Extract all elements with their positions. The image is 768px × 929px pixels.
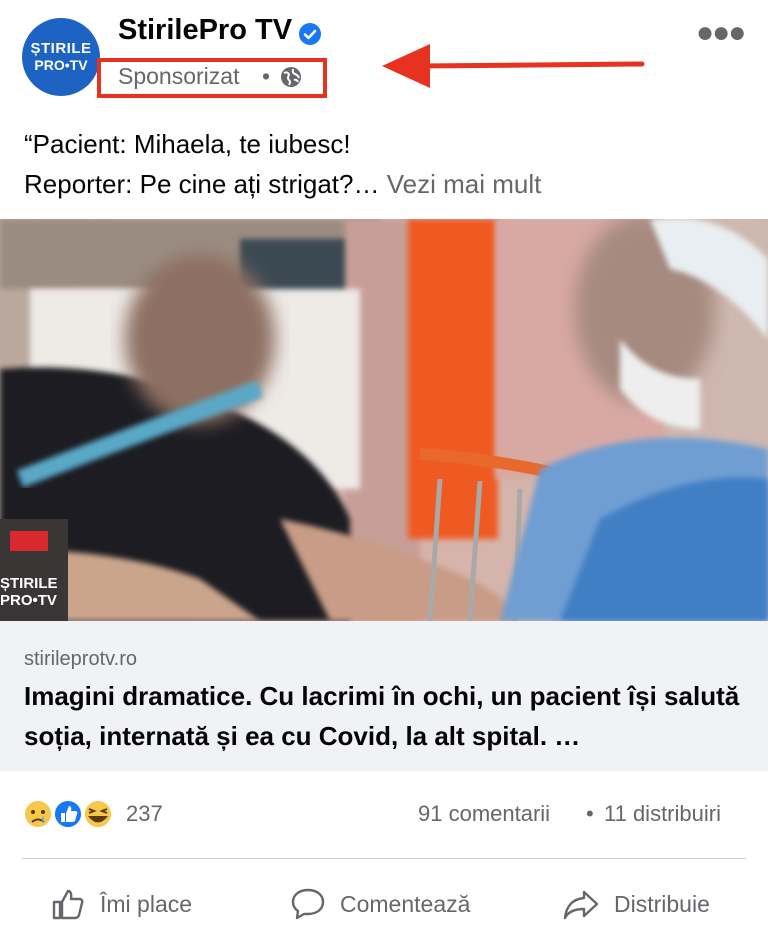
like-button-label: Îmi place	[100, 890, 193, 917]
more-options-icon[interactable]: ●●●	[696, 16, 746, 50]
avatar-logo-line1: ȘTIRILE	[30, 40, 92, 57]
annotation-arrow-icon	[382, 44, 645, 88]
link-domain: stirileprotv.ro	[24, 648, 137, 670]
reaction-count[interactable]: 237	[126, 801, 163, 827]
watermark-line2: PRO•TV	[0, 592, 57, 609]
share-arrow-icon	[563, 890, 599, 920]
like-reaction-icon	[53, 799, 83, 829]
like-button[interactable]: Îmi place	[50, 884, 192, 924]
page-name-link[interactable]: StirilePro TV	[118, 14, 292, 47]
caption-line-2: Reporter: Pe cine ați strigat?… Vezi mai…	[24, 164, 744, 204]
hospital-scene-image	[0, 219, 768, 621]
comment-button-label: Comentează	[340, 890, 471, 917]
see-more-link[interactable]: Vezi mai mult	[387, 169, 542, 199]
sad-reaction-icon	[23, 799, 53, 829]
globe-icon	[281, 67, 301, 87]
post-video-thumbnail[interactable]: ȘTIRILE PRO•TV	[0, 219, 768, 621]
verified-badge-icon	[299, 23, 321, 45]
comment-button[interactable]: Comentează	[290, 884, 470, 924]
link-headline[interactable]: Imagini dramatice. Cu lacrimi în ochi, u…	[24, 676, 754, 756]
haha-reaction-icon	[83, 799, 113, 829]
divider	[22, 858, 746, 859]
post-caption: “Pacient: Mihaela, te iubesc! Reporter: …	[24, 124, 744, 204]
shares-count[interactable]: 11 distribuiri	[604, 801, 721, 827]
stats-separator: •	[586, 801, 594, 826]
channel-watermark: ȘTIRILE PRO•TV	[0, 575, 70, 609]
share-button[interactable]: Distribuie	[562, 884, 710, 924]
caption-line-1: “Pacient: Mihaela, te iubesc!	[24, 129, 351, 159]
meta-separator: •	[262, 63, 271, 89]
watermark-line1: ȘTIRILE	[0, 575, 58, 592]
sponsored-label[interactable]: Sponsorizat	[118, 63, 239, 90]
comment-bubble-icon	[291, 888, 325, 920]
post-header: ȘTIRILE PRO•TV StirilePro TV Sponsorizat…	[0, 0, 768, 110]
reaction-icons[interactable]	[22, 797, 142, 831]
page-avatar[interactable]: ȘTIRILE PRO•TV	[22, 18, 100, 96]
avatar-logo-line2: PRO•TV	[34, 57, 88, 73]
thumbs-up-icon	[52, 889, 84, 920]
share-button-label: Distribuie	[614, 890, 710, 917]
comments-count[interactable]: 91 comentarii	[418, 801, 550, 827]
caption-line-2-text: Reporter: Pe cine ați strigat?…	[24, 169, 380, 199]
